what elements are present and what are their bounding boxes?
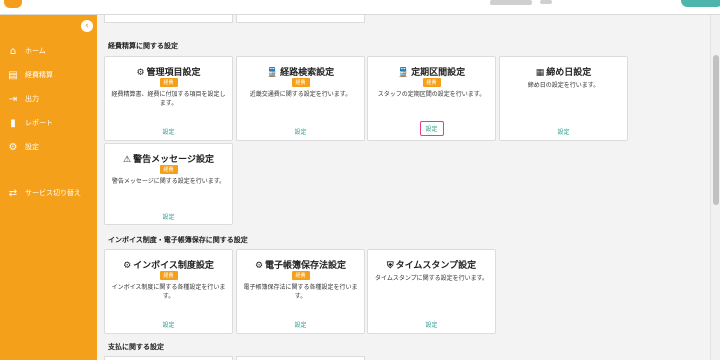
- train-icon: 🚆: [397, 68, 410, 78]
- card-title: ⛨ タイムスタンプ設定: [386, 261, 477, 271]
- settings-card: ⚙ 電子帳簿保存法設定 経費 電子帳簿保存法に関する各種設定を行います。 設定: [236, 249, 365, 334]
- section-title: インボイス制度・電子帳簿保存に関する設定: [108, 236, 248, 244]
- settings-link[interactable]: 設定: [419, 121, 444, 136]
- shield-icon: ⛨: [386, 261, 394, 271]
- sidebar-item-switch-service[interactable]: ⇄ サービス切り替え: [0, 183, 97, 203]
- gears-icon: ⚙: [254, 261, 264, 271]
- chart-icon: ▮: [10, 117, 16, 129]
- settings-card: 🚆 経路検索設定 経費 近畿交通費に関する設定を行います。 設定: [236, 56, 365, 141]
- sidebar: ‹ ⌂ ホーム ▤ 経費精算 ⇥ 出力 ▮ レポート ⚙ 設定 ⇄ サービス切り…: [0, 15, 97, 360]
- sidebar-item-label: 経費精算: [25, 71, 53, 79]
- scrollbar[interactable]: [710, 15, 720, 360]
- settings-card: ⚙ 管理項目設定 経費 経費精算書、経費に付加する項目を設定します。 設定: [104, 56, 233, 141]
- card-title: 🚆 定期区間設定: [397, 68, 466, 78]
- settings-link[interactable]: 設定: [425, 320, 437, 329]
- settings-link[interactable]: 設定: [294, 320, 306, 329]
- sidebar-item-home[interactable]: ⌂ ホーム: [0, 41, 97, 61]
- card-description: スタッフの定期区間の設定を行います。: [377, 91, 486, 98]
- settings-card: ⚠ 警告メッセージ設定 経費 警告メッセージに関する設定を行います。 設定: [104, 143, 233, 225]
- settings-card: [236, 356, 365, 360]
- settings-card: ⛨ タイムスタンプ設定 タイムスタンプに関する設定を行います。 設定: [367, 249, 496, 334]
- category-badge: 経費: [422, 78, 441, 87]
- settings-card: ▦ 締め日設定 締め日の設定を行います。 設定: [499, 56, 628, 141]
- top-placeholder-small: [540, 0, 552, 4]
- settings-card: [104, 356, 233, 360]
- gears-icon: ⚙: [136, 68, 145, 78]
- top-bar: [0, 0, 720, 15]
- settings-card: ⚙ インボイス制度設定 経費 インボイス制度に関する各種設定を行います。 設定: [104, 249, 233, 334]
- chevron-left-icon[interactable]: ‹: [81, 20, 93, 32]
- sidebar-item-label: 設定: [25, 143, 39, 151]
- card-title: ⚠ 警告メッセージ設定: [123, 155, 214, 165]
- sidebar-item-report[interactable]: ▮ レポート: [0, 113, 97, 133]
- category-badge: 経費: [291, 78, 310, 87]
- settings-link[interactable]: 設定: [162, 212, 174, 221]
- train-icon: 🚆: [266, 68, 279, 78]
- section-title: 経費精算に関する設定: [108, 42, 178, 50]
- settings-link[interactable]: 設定: [162, 127, 174, 136]
- app-logo: [4, 0, 22, 8]
- card-description: タイムスタンプに関する設定を行います。: [374, 275, 489, 282]
- card-title: 🚆 経路検索設定: [266, 68, 335, 78]
- settings-link[interactable]: 設定: [557, 127, 569, 136]
- warning-icon: ⚠: [123, 155, 132, 165]
- category-badge: 経費: [159, 78, 178, 87]
- card-description: 締め日の設定を行います。: [527, 82, 600, 89]
- sidebar-item-label: レポート: [25, 119, 53, 127]
- card-description: 電子帳簿保存法に関する各種設定を行います。: [243, 284, 358, 300]
- category-badge: 経費: [291, 271, 310, 280]
- sidebar-item-label: 出力: [25, 95, 39, 103]
- card-title: ⚙ 管理項目設定: [136, 68, 201, 78]
- partial-card: [104, 15, 233, 23]
- category-badge: 経費: [159, 165, 178, 174]
- settings-link[interactable]: 設定: [162, 320, 174, 329]
- main-content: 経費精算に関する設定 ⚙ 管理項目設定 経費 経費精算書、経費に付加する項目を設定…: [97, 15, 710, 360]
- sidebar-item-export[interactable]: ⇥ 出力: [0, 89, 97, 109]
- card-description: 近畿交通費に関する設定を行います。: [249, 91, 352, 98]
- top-action-button[interactable]: [681, 0, 720, 7]
- calendar-icon: ▦: [535, 68, 545, 78]
- top-placeholder: [490, 0, 532, 5]
- export-icon: ⇥: [8, 93, 18, 105]
- gear-icon: ⚙: [8, 141, 18, 153]
- sidebar-item-expense[interactable]: ▤ 経費精算: [0, 65, 97, 85]
- card-title: ⚙ インボイス制度設定: [123, 261, 214, 271]
- card-description: インボイス制度に関する各種設定を行います。: [111, 284, 226, 300]
- switch-icon: ⇄: [8, 187, 18, 199]
- category-badge: 経費: [159, 271, 178, 280]
- card-description: 警告メッセージに関する設定を行います。: [111, 178, 226, 185]
- document-icon: ▤: [8, 69, 18, 81]
- settings-card: 🚆 定期区間設定 経費 スタッフの定期区間の設定を行います。 設定: [367, 56, 496, 141]
- gears-icon: ⚙: [123, 261, 132, 271]
- partial-card: [236, 15, 365, 23]
- card-description: 経費精算書、経費に付加する項目を設定します。: [111, 91, 226, 107]
- sidebar-item-label: サービス切り替え: [25, 189, 81, 197]
- settings-link[interactable]: 設定: [294, 127, 306, 136]
- sidebar-item-settings[interactable]: ⚙ 設定: [0, 137, 97, 157]
- card-title: ▦ 締め日設定: [535, 68, 592, 78]
- home-icon: ⌂: [9, 45, 17, 57]
- sidebar-item-label: ホーム: [25, 47, 46, 55]
- card-title: ⚙ 電子帳簿保存法設定: [254, 261, 347, 271]
- scroll-thumb[interactable]: [713, 55, 719, 205]
- section-title: 支払に関する設定: [108, 343, 164, 351]
